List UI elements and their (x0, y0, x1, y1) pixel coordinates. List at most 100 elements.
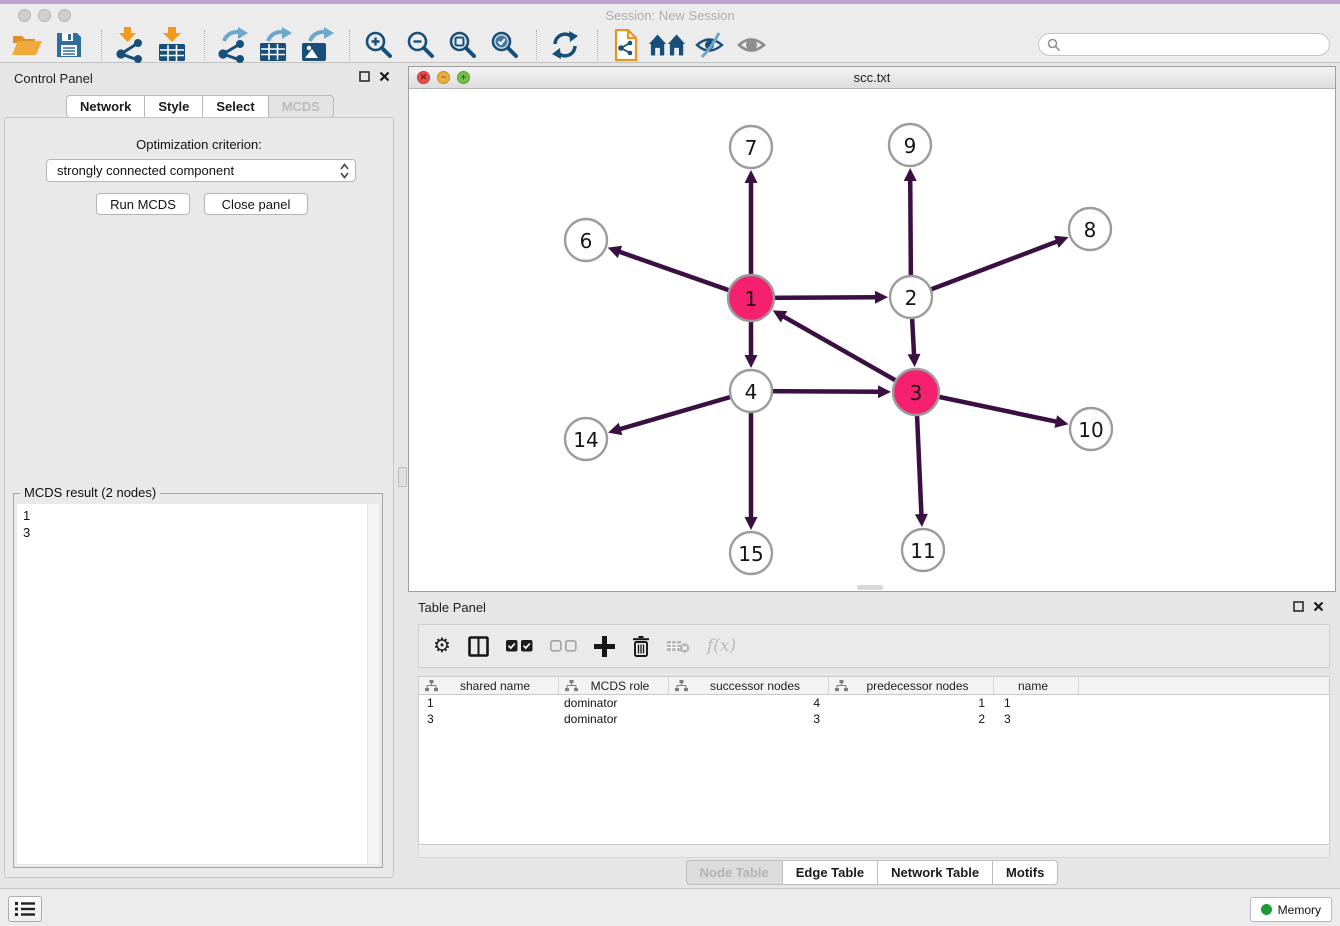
apply-function-icon[interactable]: f(x) (707, 636, 736, 656)
network-file-icon (613, 29, 639, 61)
table-row[interactable]: 3 dominator 3 2 3 (419, 711, 1329, 727)
table-settings-icon[interactable]: ⚙ (433, 636, 451, 656)
show-panel-button[interactable] (733, 28, 771, 62)
graph-node-11[interactable]: 11 (902, 529, 944, 571)
column-header-shared-name[interactable]: shared name (419, 677, 559, 694)
delete-column-icon[interactable] (632, 636, 650, 657)
zoom-selected-button[interactable] (485, 28, 523, 62)
svg-text:7: 7 (745, 136, 758, 160)
canvas-hscrollbar-thumb[interactable] (857, 585, 883, 590)
float-panel-icon[interactable] (1293, 601, 1304, 612)
result-scrollbar[interactable] (367, 504, 379, 864)
network-view-window: ✕ − + scc.txt 7 9 6 8 1 2 4 3 14 10 15 11 (408, 66, 1336, 592)
cell-predecessor-nodes[interactable]: 2 (829, 712, 994, 726)
column-header-mcds-role[interactable]: MCDS role (559, 677, 669, 694)
network-from-file-button[interactable] (607, 28, 645, 62)
graph-edge-2-8[interactable] (911, 236, 1068, 297)
graph-node-10[interactable]: 10 (1070, 408, 1112, 450)
svg-text:15: 15 (738, 542, 763, 566)
graph-node-9[interactable]: 9 (889, 124, 931, 166)
svg-text:9: 9 (904, 134, 917, 158)
tab-mcds[interactable]: MCDS (268, 95, 334, 118)
control-panel-tabs: Network Style Select MCDS (0, 95, 400, 118)
graph-node-15[interactable]: 15 (730, 532, 772, 574)
zoom-fit-button[interactable] (443, 28, 481, 62)
tab-style[interactable]: Style (144, 95, 202, 118)
split-view-icon[interactable] (468, 636, 489, 657)
result-line: 1 (23, 507, 373, 524)
memory-button[interactable]: Memory (1250, 897, 1332, 922)
tab-network[interactable]: Network (66, 95, 144, 118)
app-window: Session: New Session (0, 0, 1340, 926)
delete-table-icon[interactable] (667, 639, 690, 653)
save-session-button[interactable] (50, 28, 88, 62)
zoom-in-button[interactable] (359, 28, 397, 62)
graph-node-6[interactable]: 6 (565, 219, 607, 261)
export-network-button[interactable] (214, 28, 252, 62)
column-header-predecessor-nodes[interactable]: predecessor nodes (829, 677, 994, 694)
window-title: Session: New Session (0, 8, 1340, 23)
graph-edge-4-14[interactable] (608, 391, 751, 435)
tab-edge-table[interactable]: Edge Table (782, 860, 877, 885)
select-all-icon[interactable] (506, 640, 533, 652)
tab-node-table[interactable]: Node Table (686, 860, 782, 885)
cell-mcds-role[interactable]: dominator (559, 712, 669, 726)
search-field[interactable] (1038, 33, 1330, 56)
open-session-button[interactable] (8, 28, 46, 62)
export-image-button[interactable] (298, 28, 336, 62)
cell-name[interactable]: 1 (994, 696, 1079, 710)
zoom-out-button[interactable] (401, 28, 439, 62)
cell-successor-nodes[interactable]: 4 (669, 696, 829, 710)
refresh-button[interactable] (546, 28, 584, 62)
select-stepper-icon (340, 163, 349, 179)
task-history-button[interactable] (8, 896, 42, 922)
svg-text:11: 11 (910, 539, 935, 563)
close-panel-icon[interactable] (1313, 601, 1324, 612)
close-panel-button[interactable]: Close panel (204, 193, 308, 215)
graph-edge-3-1[interactable] (773, 310, 916, 392)
table-hscrollbar[interactable] (418, 845, 1330, 858)
shared-column-icon (425, 680, 438, 692)
tab-motifs[interactable]: Motifs (992, 860, 1058, 885)
import-table-icon (157, 27, 187, 62)
tab-network-table[interactable]: Network Table (877, 860, 992, 885)
graph-node-8[interactable]: 8 (1069, 208, 1111, 250)
home-button[interactable] (649, 28, 687, 62)
shared-column-icon (835, 680, 848, 692)
cell-name[interactable]: 3 (994, 712, 1079, 726)
network-canvas[interactable]: 7 9 6 8 1 2 4 3 14 10 15 11 (409, 89, 1335, 591)
search-input[interactable] (1066, 37, 1321, 52)
graph-node-3[interactable]: 3 (893, 369, 939, 415)
cell-shared-name[interactable]: 3 (419, 712, 559, 726)
mcds-result-text[interactable]: 1 3 (17, 504, 379, 864)
titlebar: Session: New Session (0, 4, 1340, 27)
network-graph[interactable]: 7 9 6 8 1 2 4 3 14 10 15 11 (409, 89, 1335, 591)
import-network-button[interactable] (111, 28, 149, 62)
close-panel-icon[interactable] (379, 71, 390, 82)
table-row[interactable]: 1 dominator 4 1 1 (419, 695, 1329, 711)
toolbar-separator (349, 30, 350, 60)
criterion-select[interactable]: strongly connected component (46, 159, 356, 182)
deselect-all-icon[interactable] (550, 640, 577, 652)
graph-node-1[interactable]: 1 (728, 275, 774, 321)
zoom-selected-icon (490, 30, 519, 59)
export-table-button[interactable] (256, 28, 294, 62)
panel-splitter[interactable] (398, 467, 407, 487)
cell-shared-name[interactable]: 1 (419, 696, 559, 710)
column-header-name[interactable]: name (994, 677, 1079, 694)
graph-node-14[interactable]: 14 (565, 418, 607, 460)
graph-node-4[interactable]: 4 (730, 370, 772, 412)
graph-node-7[interactable]: 7 (730, 126, 772, 168)
run-mcds-button[interactable]: Run MCDS (96, 193, 190, 215)
network-window-titlebar[interactable]: ✕ − + scc.txt (409, 67, 1335, 89)
import-table-button[interactable] (153, 28, 191, 62)
add-column-icon[interactable] (594, 636, 615, 657)
cell-mcds-role[interactable]: dominator (559, 696, 669, 710)
float-panel-icon[interactable] (359, 71, 370, 82)
cell-successor-nodes[interactable]: 3 (669, 712, 829, 726)
graph-node-2[interactable]: 2 (890, 276, 932, 318)
cell-predecessor-nodes[interactable]: 1 (829, 696, 994, 710)
tab-select[interactable]: Select (202, 95, 267, 118)
column-header-successor-nodes[interactable]: successor nodes (669, 677, 829, 694)
hide-panel-button[interactable] (691, 28, 729, 62)
